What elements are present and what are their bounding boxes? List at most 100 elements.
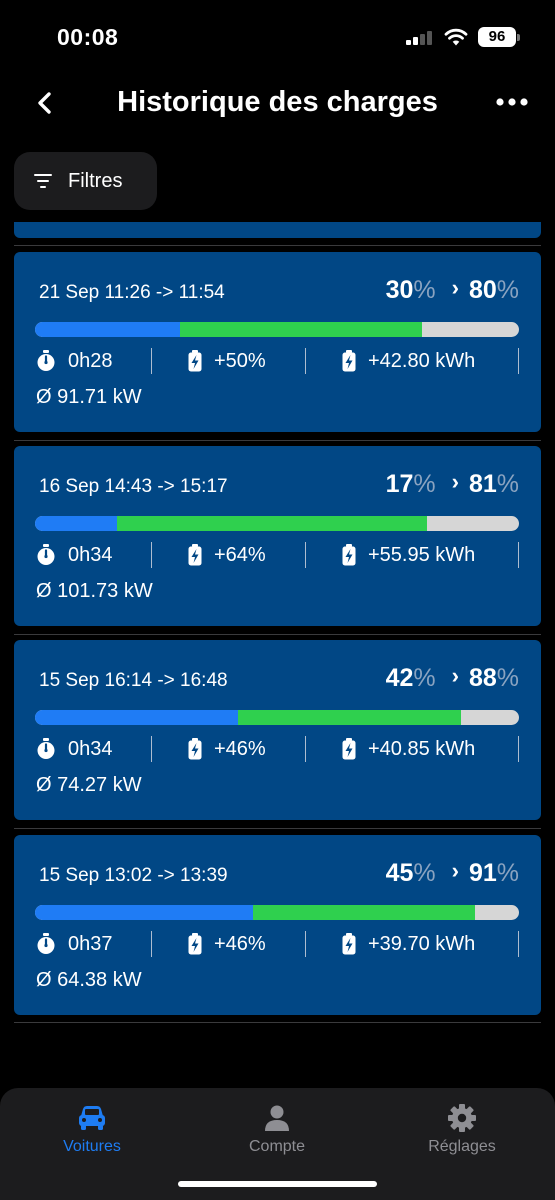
home-indicator: [178, 1181, 377, 1187]
average-power: Ø 74.27 kW: [36, 774, 142, 796]
divider: [14, 634, 541, 635]
chevron-right-icon: ›: [451, 275, 459, 300]
percent-unit: %: [413, 470, 436, 498]
stopwatch-icon: [37, 350, 55, 371]
chevron-right-icon: ›: [451, 663, 459, 688]
session-percent: 17% › 81%: [385, 469, 519, 499]
charge-session-card[interactable]: 21 Sep 11:26 -> 11:54 30% › 80% 0h28 +50% +42.…: [14, 252, 541, 432]
chevron-right-icon: ›: [451, 858, 459, 883]
duration-stat: 0h34: [36, 736, 113, 762]
charge-session-card[interactable]: 15 Sep 16:14 -> 16:48 42% › 88% 0h34 +46% +40.…: [14, 640, 541, 820]
added-percent-value: +46%: [214, 932, 266, 955]
session-stats: 0h34 +64% +55.95 kWh: [14, 542, 541, 568]
end-percent: 88: [468, 664, 497, 692]
more-options-icon[interactable]: [494, 92, 532, 112]
duration-value: 0h34: [68, 543, 113, 566]
percent-unit: %: [496, 664, 519, 692]
percent-unit: %: [496, 859, 519, 887]
session-percent: 45% › 91%: [385, 858, 519, 888]
added-charge-segment: [252, 905, 476, 920]
energy-value: +42.80 kWh: [368, 349, 476, 372]
average-power: Ø 101.73 kW: [36, 580, 153, 602]
added-percent-stat: +64%: [188, 542, 266, 568]
start-charge-segment: [35, 905, 253, 920]
start-percent: 45: [385, 859, 414, 887]
tab-reglages[interactable]: Réglages: [387, 1104, 537, 1156]
start-percent: 17: [385, 470, 414, 498]
stat-separator: [305, 736, 306, 762]
percent-unit: %: [496, 470, 519, 498]
session-stats: 0h37 +46% +39.70 kWh: [14, 931, 541, 957]
energy-stat: +40.85 kWh: [342, 736, 475, 762]
charge-session-card[interactable]: 15 Sep 13:02 -> 13:39 45% › 91% 0h37 +46% +39.…: [14, 835, 541, 1015]
session-stats: 0h34 +46% +40.85 kWh: [14, 736, 541, 762]
end-percent: 91: [468, 859, 497, 887]
added-charge-segment: [238, 710, 461, 725]
stat-separator: [305, 348, 306, 374]
start-percent: 30: [385, 276, 414, 304]
stat-separator: [305, 542, 306, 568]
added-charge-segment: [117, 516, 428, 531]
stat-separator: [518, 542, 519, 568]
car-icon: [79, 1106, 105, 1130]
divider: [14, 1022, 541, 1023]
stat-separator: [151, 736, 152, 762]
status-time: 00:08: [57, 24, 119, 50]
page-title: Historique des charges: [117, 86, 438, 118]
added-charge-segment: [180, 322, 423, 337]
battery-indicator: 96: [478, 27, 520, 47]
end-percent: 80: [468, 276, 497, 304]
battery-charging-icon: [188, 738, 202, 760]
tab-compte[interactable]: Compte: [202, 1104, 352, 1156]
stopwatch-icon: [37, 933, 55, 954]
added-percent-value: +64%: [214, 543, 266, 566]
stat-separator: [518, 736, 519, 762]
percent-unit: %: [413, 664, 436, 692]
added-percent-stat: +46%: [188, 736, 266, 762]
duration-stat: 0h37: [36, 931, 113, 957]
stopwatch-icon: [37, 738, 55, 759]
start-charge-segment: [35, 710, 239, 725]
end-percent: 81: [468, 470, 497, 498]
battery-charging-icon: [342, 544, 356, 566]
session-date: 15 Sep 16:14 -> 16:48: [39, 670, 228, 691]
energy-stat: +42.80 kWh: [342, 348, 475, 374]
session-percent: 30% › 80%: [385, 275, 519, 305]
battery-charging-icon: [188, 350, 202, 372]
charge-progress-bar: [35, 322, 519, 337]
stat-separator: [151, 931, 152, 957]
filter-button[interactable]: Filtres: [14, 152, 157, 210]
added-percent-stat: +46%: [188, 931, 266, 957]
nav-header: Historique des charges: [0, 80, 555, 130]
start-charge-segment: [35, 322, 181, 337]
session-date: 15 Sep 13:02 -> 13:39: [39, 865, 228, 886]
session-date: 16 Sep 14:43 -> 15:17: [39, 476, 228, 497]
session-date: 21 Sep 11:26 -> 11:54: [39, 282, 225, 303]
charge-progress-bar: [35, 710, 519, 725]
charge-history-list[interactable]: 21 Sep 11:26 -> 11:54 30% › 80% 0h28 +50% +42.…: [0, 222, 555, 1032]
stat-separator: [305, 931, 306, 957]
filter-icon: [34, 174, 52, 188]
battery-charging-icon: [342, 738, 356, 760]
charge-session-card-partial[interactable]: [14, 222, 541, 238]
start-charge-segment: [35, 516, 118, 531]
added-percent-stat: +50%: [188, 348, 266, 374]
average-power: Ø 64.38 kW: [36, 969, 142, 991]
energy-value: +40.85 kWh: [368, 737, 476, 760]
percent-unit: %: [496, 276, 519, 304]
battery-charging-icon: [188, 544, 202, 566]
battery-charging-icon: [342, 350, 356, 372]
divider: [14, 828, 541, 829]
status-bar: 00:08 96: [0, 0, 555, 70]
percent-unit: %: [413, 859, 436, 887]
charge-session-card[interactable]: 16 Sep 14:43 -> 15:17 17% › 81% 0h34 +64% +55.…: [14, 446, 541, 626]
duration-value: 0h28: [68, 349, 113, 372]
battery-charging-icon: [188, 933, 202, 955]
divider: [14, 245, 541, 246]
session-percent: 42% › 88%: [386, 663, 519, 693]
tab-voitures[interactable]: Voitures: [17, 1104, 167, 1156]
duration-stat: 0h34: [36, 542, 113, 568]
duration-value: 0h37: [68, 932, 113, 955]
average-power: Ø 91.71 kW: [36, 386, 142, 408]
duration-stat: 0h28: [36, 348, 113, 374]
